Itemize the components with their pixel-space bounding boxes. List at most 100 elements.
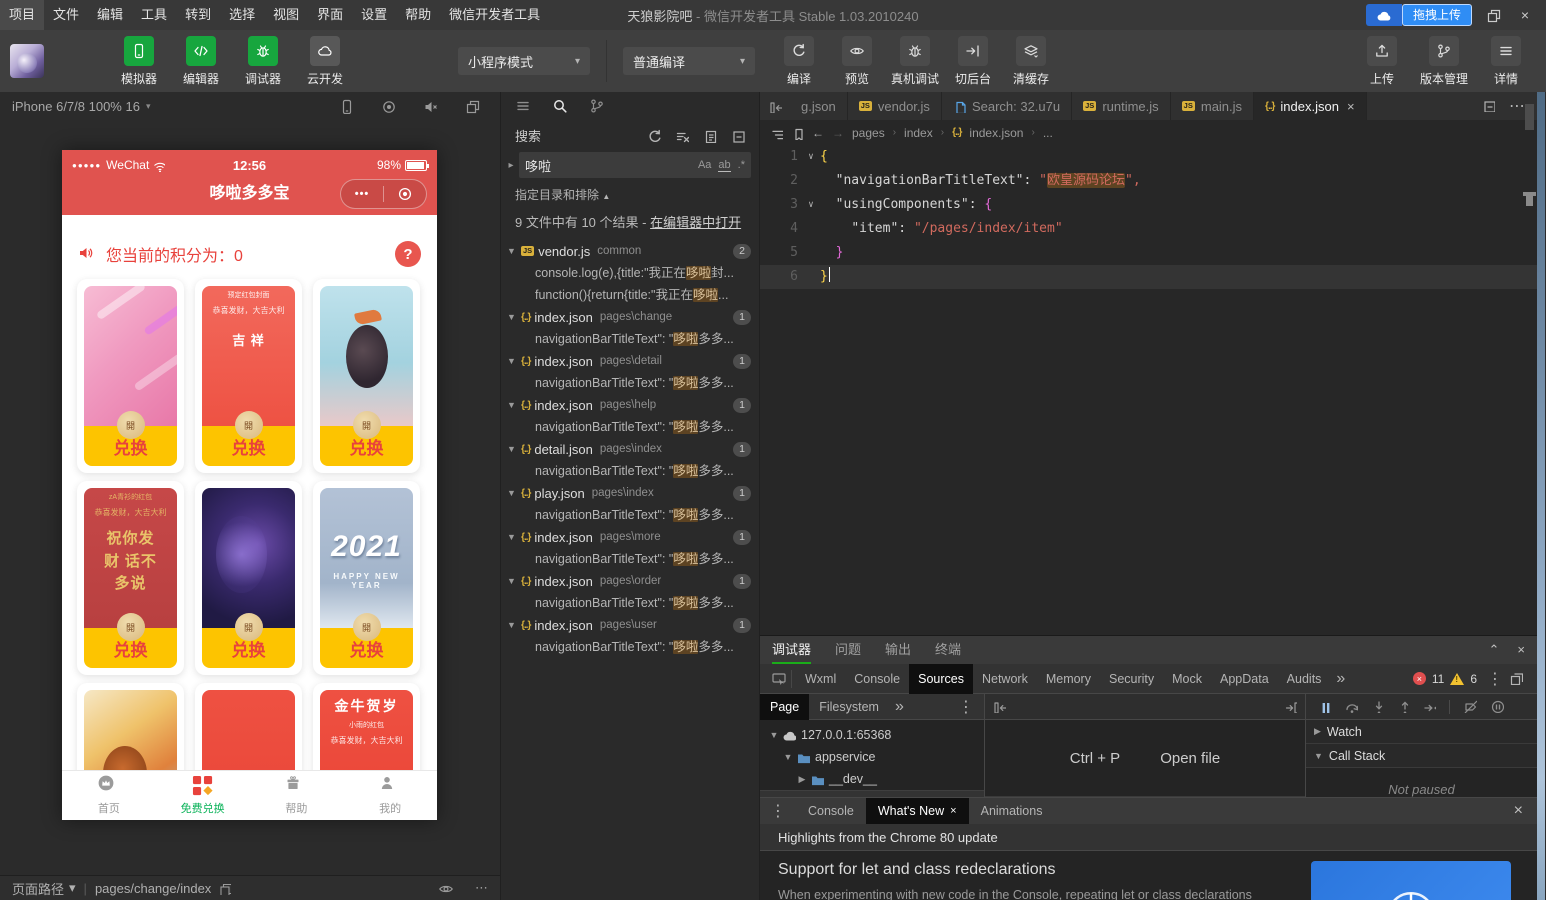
drawer-tab-Animations[interactable]: Animations <box>969 798 1055 824</box>
action-详情[interactable]: 详情 <box>1480 35 1532 87</box>
debugger-tab-问题[interactable]: 问题 <box>835 636 861 664</box>
search-match-line[interactable]: navigationBarTitleText": "哆啦多多... <box>501 636 759 658</box>
tabbar-item-免费兑换[interactable]: 免费兑换 <box>156 771 250 820</box>
redpacket-card[interactable]: 開兑换 <box>313 279 420 473</box>
inspect-icon[interactable] <box>766 669 792 688</box>
menu-item-设置[interactable]: 设置 <box>352 0 396 30</box>
window-restore-button[interactable] <box>1482 7 1504 24</box>
menu-item-选择[interactable]: 选择 <box>220 0 264 30</box>
search-result-file[interactable]: ▼ {..} index.json pages\more 1 <box>501 526 759 548</box>
navigator-tab-Filesystem[interactable]: Filesystem <box>809 694 889 720</box>
toggle-replace-icon[interactable]: ▸ <box>503 160 519 171</box>
debugger-tab-终端[interactable]: 终端 <box>935 636 961 664</box>
action-版本管理[interactable]: 版本管理 <box>1418 35 1470 87</box>
breadcrumb-item[interactable]: ... <box>1043 126 1053 140</box>
redpacket-card[interactable]: 開兑换 <box>195 481 302 675</box>
devtools-tab-Mock[interactable]: Mock <box>1163 664 1211 694</box>
search-result-file[interactable]: ▼ {..} index.json pages\detail 1 <box>501 350 759 372</box>
step-icon[interactable] <box>1423 698 1436 716</box>
compile-mode-select[interactable]: 普通编译 ▾ <box>623 47 755 75</box>
copy-icon[interactable] <box>218 882 232 895</box>
bookmark-icon[interactable] <box>791 125 804 140</box>
callstack-section[interactable]: ▼ Call Stack <box>1306 744 1537 768</box>
menu-item-帮助[interactable]: 帮助 <box>396 0 440 30</box>
pause-script-icon[interactable] <box>1318 698 1331 716</box>
search-result-file[interactable]: ▼ {..} index.json pages\change 1 <box>501 306 759 328</box>
devtools-tab-Wxml[interactable]: Wxml <box>796 664 845 694</box>
pause-on-exceptions-icon[interactable] <box>1490 698 1504 716</box>
devtools-tab-Network[interactable]: Network <box>973 664 1037 694</box>
search-result-file[interactable]: ▼ {..} index.json pages\order 1 <box>501 570 759 592</box>
devtools-tab-Sources[interactable]: Sources <box>909 663 973 694</box>
search-result-file[interactable]: ▼ {..} detail.json pages\index 1 <box>501 438 759 460</box>
debugger-tab-调试器[interactable]: 调试器 <box>772 636 812 664</box>
close-icon[interactable]: × <box>950 798 956 824</box>
outline-icon[interactable] <box>770 125 783 139</box>
search-match-line[interactable]: function(){return{title:"我正在哆啦... <box>501 284 759 306</box>
menu-item-文件[interactable]: 文件 <box>44 0 88 30</box>
menu-item-视图[interactable]: 视图 <box>264 0 308 30</box>
editor-tab-index.json[interactable]: {..} index.json × <box>1254 92 1367 120</box>
menu-item-界面[interactable]: 界面 <box>308 0 352 30</box>
tree-item-__dev__[interactable]: ▶ __dev__ <box>760 768 984 790</box>
devtools-tab-Security[interactable]: Security <box>1100 664 1163 694</box>
scope-toggle[interactable]: 指定目录和排除 <box>515 188 599 202</box>
tree-item-appservice[interactable]: ▼ appservice <box>760 746 984 768</box>
search-result-file[interactable]: ▼ JS vendor.js common 2 <box>501 240 759 262</box>
action-编译[interactable]: 编译 <box>773 35 825 87</box>
code-line[interactable]: 2 "navigationBarTitleText": "欧皇源码论坛", <box>760 169 1537 193</box>
drag-upload-button[interactable]: 拖拽上传 <box>1401 4 1472 26</box>
devtools-tab-AppData[interactable]: AppData <box>1211 664 1278 694</box>
more-tabs-icon[interactable]: » <box>889 698 910 716</box>
close-drawer-icon[interactable]: × <box>1514 802 1537 820</box>
back-icon[interactable]: ← <box>812 126 824 140</box>
whole-word-toggle[interactable]: ab <box>718 159 731 172</box>
devtools-tab-Console[interactable]: Console <box>845 664 909 694</box>
undock-icon[interactable] <box>1509 670 1523 688</box>
code-line[interactable]: 3 ∨ "usingComponents": { <box>760 193 1537 217</box>
action-切后台[interactable]: 切后台 <box>947 35 999 87</box>
show-debugger-icon[interactable] <box>1284 698 1297 716</box>
search-match-line[interactable]: navigationBarTitleText": "哆啦多多... <box>501 460 759 482</box>
breadcrumb-item[interactable]: index.json <box>969 126 1023 140</box>
breadcrumb-item[interactable]: index <box>904 126 933 140</box>
refresh-icon[interactable] <box>647 127 661 143</box>
menu-item-编辑[interactable]: 编辑 <box>88 0 132 30</box>
collapse-all-icon[interactable] <box>731 127 745 143</box>
action-清缓存[interactable]: 清缓存 <box>1005 35 1057 87</box>
hide-sidebar-icon[interactable] <box>760 92 790 120</box>
more-actions-icon[interactable]: ⋯ <box>1509 96 1525 116</box>
code-line[interactable]: 4 "item": "/pages/index/item" <box>760 217 1537 241</box>
search-match-line[interactable]: navigationBarTitleText": "哆啦多多... <box>501 328 759 350</box>
tabbar-item-帮助[interactable]: 帮助 <box>250 771 344 820</box>
code-area[interactable]: 1 ∨{2 "navigationBarTitleText": "欧皇源码论坛",… <box>760 145 1537 635</box>
open-in-editor-link[interactable]: 在编辑器中打开 <box>650 215 741 230</box>
tree-item-127.0.0.1:65368[interactable]: ▼ 127.0.0.1:65368 <box>760 724 984 746</box>
watch-section[interactable]: ▶ Watch <box>1306 720 1537 744</box>
project-avatar[interactable] <box>10 44 44 78</box>
code-line[interactable]: 1 ∨{ <box>760 145 1537 169</box>
mode-select[interactable]: 小程序模式 ▾ <box>458 47 590 75</box>
git-branch-icon[interactable] <box>589 97 604 115</box>
devtools-tab-Audits[interactable]: Audits <box>1278 664 1331 694</box>
new-search-editor-icon[interactable] <box>703 127 717 143</box>
forward-icon[interactable]: → <box>832 126 844 140</box>
redpacket-card[interactable]: 2021 HAPPY NEW YEAR 開兑换 <box>313 481 420 675</box>
window-close-button[interactable]: × <box>1514 7 1536 23</box>
search-match-line[interactable]: navigationBarTitleText": "哆啦多多... <box>501 504 759 526</box>
editor-tab-vendor.js[interactable]: JS vendor.js <box>848 92 942 120</box>
redpacket-card[interactable]: 预定红包封面 恭喜发财，大吉大利吉 祥開兑换 <box>195 279 302 473</box>
mute-icon[interactable] <box>423 98 438 114</box>
toolbar-button-云开发[interactable]: 云开发 <box>300 35 350 87</box>
editor-tab-g.json[interactable]: g.json <box>790 92 848 120</box>
step-over-icon[interactable] <box>1344 698 1358 716</box>
menu-item-微信开发者工具[interactable]: 微信开发者工具 <box>440 0 549 30</box>
drawer-tab-Console[interactable]: Console <box>796 798 866 824</box>
tabbar-item-我的[interactable]: 我的 <box>343 771 437 820</box>
warning-count[interactable]: 6 <box>1470 672 1477 686</box>
rotate-device-icon[interactable] <box>339 98 354 115</box>
navigator-menu-icon[interactable]: ⋮ <box>958 697 984 717</box>
close-icon[interactable]: × <box>1347 99 1355 114</box>
step-into-icon[interactable] <box>1371 698 1384 716</box>
search-result-file[interactable]: ▼ {..} index.json pages\user 1 <box>501 614 759 636</box>
